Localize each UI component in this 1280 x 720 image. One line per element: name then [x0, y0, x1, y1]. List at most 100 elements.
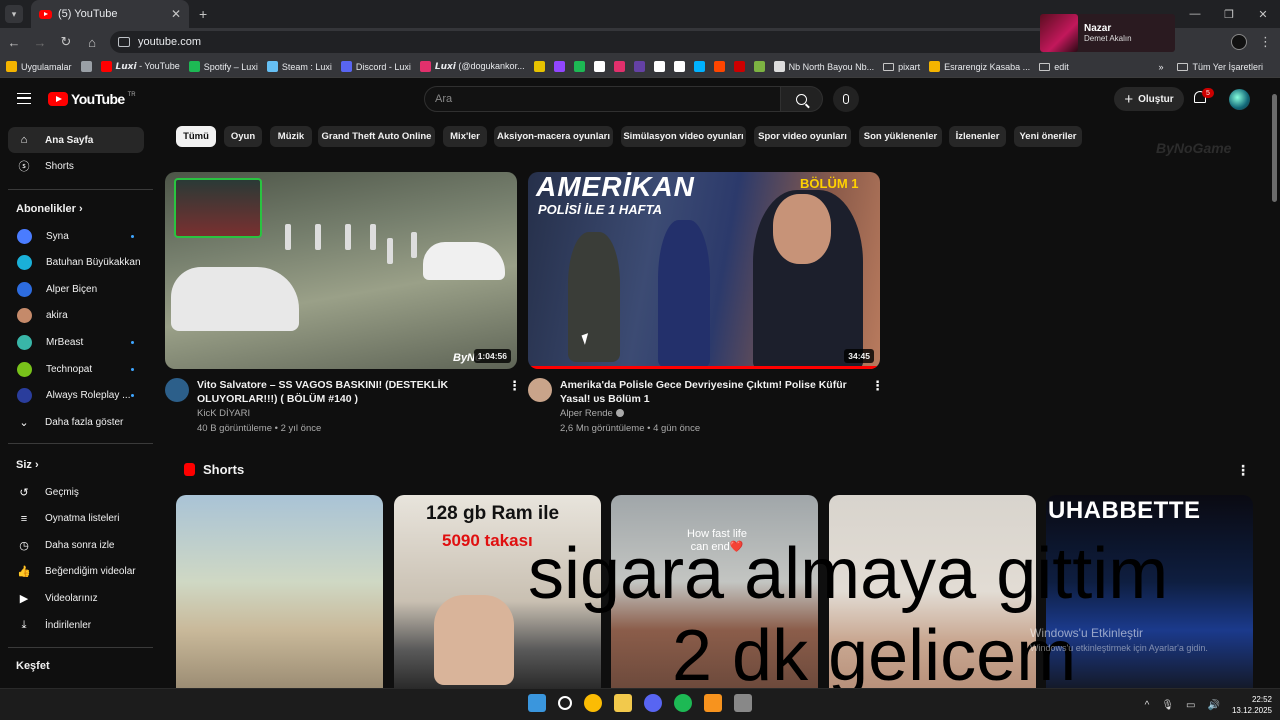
bookmark-icon[interactable] — [713, 61, 725, 72]
bookmark-icon[interactable] — [573, 61, 585, 72]
sidebar-item-playlist[interactable]: ≡ Oynatma listeleri — [8, 506, 144, 532]
bookmark-item[interactable]: Nb North Bayou Nb... — [773, 61, 874, 72]
network-icon[interactable]: ▭ — [1186, 700, 1195, 711]
search-button[interactable] — [781, 86, 823, 112]
sidebar-item-home[interactable]: ⌂ Ana Sayfa — [8, 127, 144, 153]
app-icon[interactable] — [734, 694, 752, 712]
reload-icon[interactable]: ↻ — [54, 34, 78, 50]
bookmark-icon[interactable] — [753, 61, 765, 72]
filter-chip[interactable]: Grand Theft Auto Online — [318, 126, 435, 147]
file-explorer-icon[interactable] — [614, 694, 632, 712]
bookmark-icon[interactable] — [733, 61, 745, 72]
sidebar-channel[interactable]: Syna — [8, 223, 144, 249]
bookmark-item[interactable]: Uygulamalar — [6, 61, 72, 72]
all-bookmarks-button[interactable]: Tüm Yer İşaretleri — [1177, 62, 1263, 72]
filter-chip[interactable]: Mix'ler — [443, 126, 487, 147]
sidebar-channel[interactable]: MrBeast — [8, 329, 144, 355]
sidebar-channel[interactable]: Alper Biçen — [8, 276, 144, 302]
bookmark-item[interactable]: Spotify – Luxi — [188, 61, 258, 72]
bookmark-icon[interactable] — [633, 61, 645, 72]
bookmark-item[interactable]: Esrarengiz Kasaba ... — [929, 61, 1030, 72]
bookmark-icon[interactable] — [593, 61, 605, 72]
restore-icon[interactable]: ❐ — [1212, 8, 1246, 21]
sidebar-channel[interactable]: Technopat — [8, 356, 144, 382]
tab-close-icon[interactable]: ✕ — [171, 7, 181, 21]
sidebar-channel[interactable]: akira — [8, 303, 144, 329]
site-info-icon[interactable] — [118, 37, 130, 47]
discord-icon[interactable] — [644, 694, 662, 712]
volume-icon[interactable]: 🔊 — [1208, 700, 1220, 711]
video-thumbnail[interactable]: AMERİKAN POLİSİ İLE 1 HAFTA BÖLÜM 1 34:4… — [528, 172, 880, 369]
short-card[interactable] — [176, 495, 383, 688]
video-menu-icon[interactable]: ⋮ — [508, 378, 521, 394]
show-more-button[interactable]: ⌄ Daha fazla göster — [8, 409, 144, 435]
sidebar-channel[interactable]: Batuhan Büyükakkan — [8, 250, 144, 276]
channel-name[interactable]: KicK DİYARI — [197, 408, 250, 419]
search-input[interactable]: Ara — [424, 86, 781, 112]
filter-chip[interactable]: Yeni öneriler — [1014, 126, 1082, 147]
tray-chevron-icon[interactable]: ^ — [1145, 700, 1150, 711]
bookmarks-overflow-icon[interactable]: » — [1158, 62, 1163, 72]
voice-search-button[interactable] — [833, 86, 859, 112]
sidebar-item-download[interactable]: ⤓ İndirilenler — [8, 612, 144, 638]
mic-icon[interactable]: 🎙 — [1161, 700, 1174, 711]
sidebar-channel[interactable]: Always Roleplay ... — [8, 383, 144, 409]
back-icon[interactable]: ← — [2, 35, 26, 50]
bookmark-item[interactable]: edit — [1039, 62, 1069, 72]
channel-avatar[interactable] — [165, 378, 189, 402]
clock[interactable]: 22:52 13.12.2025 — [1232, 694, 1272, 716]
sidebar-item-clock[interactable]: ◷ Daha sonra izle — [8, 532, 144, 558]
sidebar-item-video[interactable]: ▶ Videolarınız — [8, 585, 144, 611]
url-field[interactable]: youtube.com — [110, 31, 1050, 53]
filter-chip[interactable]: Aksiyon-macera oyunları — [494, 126, 613, 147]
bookmark-item[interactable]: 𝙇𝙪𝙭𝙞 - YouTube — [100, 61, 180, 72]
bookmark-icon[interactable] — [613, 61, 625, 72]
browser-tab[interactable]: (5) YouTube ✕ — [31, 0, 189, 28]
now-playing-widget[interactable]: Nazar Demet Akalın — [1040, 14, 1175, 52]
start-icon[interactable] — [528, 694, 546, 712]
scrollbar[interactable] — [1270, 82, 1280, 688]
filter-chip[interactable]: Müzik — [270, 126, 312, 147]
new-tab-icon[interactable]: + — [199, 6, 207, 22]
browser-menu-icon[interactable]: ⋮ — [1259, 34, 1272, 50]
filter-chip[interactable]: Tümü — [176, 126, 216, 147]
filter-chip[interactable]: Son yüklenenler — [859, 126, 942, 147]
subscriptions-heading[interactable]: Abonelikler › — [16, 203, 83, 215]
bookmark-item[interactable]: 𝙇𝙪𝙭𝙞 (@dogukankor... — [419, 61, 525, 72]
video-thumbnail[interactable]: ByNo 1:04:56 — [165, 172, 517, 369]
close-window-icon[interactable]: ✕ — [1246, 8, 1280, 21]
tab-search-icon[interactable]: ▾ — [5, 5, 23, 23]
minimize-icon[interactable]: — — [1178, 8, 1212, 20]
home-icon[interactable]: ⌂ — [80, 35, 104, 50]
menu-icon[interactable] — [17, 93, 31, 104]
bookmark-icon[interactable] — [673, 61, 685, 72]
profile-icon[interactable] — [1231, 34, 1247, 50]
filter-chip[interactable]: Oyun — [224, 126, 262, 147]
search-icon[interactable] — [558, 696, 572, 710]
chrome-icon[interactable] — [584, 694, 602, 712]
video-title[interactable]: Amerika'da Polisle Gece Devriyesine Çıkt… — [560, 378, 860, 406]
filter-chip[interactable]: Simülasyon video oyunları — [621, 126, 746, 147]
scroll-thumb[interactable] — [1272, 94, 1277, 202]
video-menu-icon[interactable]: ⋮ — [871, 378, 884, 394]
channel-avatar[interactable] — [528, 378, 552, 402]
bookmark-item[interactable] — [80, 61, 92, 72]
create-button[interactable]: + Oluştur — [1114, 87, 1184, 111]
channel-name[interactable]: Alper Rende — [560, 408, 624, 419]
sidebar-item-thumbs-up[interactable]: 👍 Beğendiğim videolar — [8, 559, 144, 585]
filter-chip[interactable]: İzlenenler — [949, 126, 1006, 147]
bookmark-icon[interactable] — [653, 61, 665, 72]
youtube-logo[interactable]: YouTube TR — [48, 91, 136, 107]
bookmark-item[interactable]: pixart — [883, 62, 920, 72]
spotify-icon[interactable] — [674, 694, 692, 712]
forward-icon[interactable]: → — [28, 35, 52, 50]
bookmark-item[interactable]: Discord - Luxi — [340, 61, 411, 72]
filter-chip[interactable]: Spor video oyunları — [754, 126, 851, 147]
bookmark-icon[interactable] — [553, 61, 565, 72]
bookmark-icon[interactable] — [533, 61, 545, 72]
account-avatar[interactable] — [1229, 89, 1250, 110]
bookmark-icon[interactable] — [693, 61, 705, 72]
you-heading[interactable]: Siz › — [16, 459, 39, 471]
sidebar-item-shorts[interactable]: ⓢ Shorts — [8, 153, 144, 179]
shorts-menu-icon[interactable]: ⋮ — [1236, 462, 1250, 479]
